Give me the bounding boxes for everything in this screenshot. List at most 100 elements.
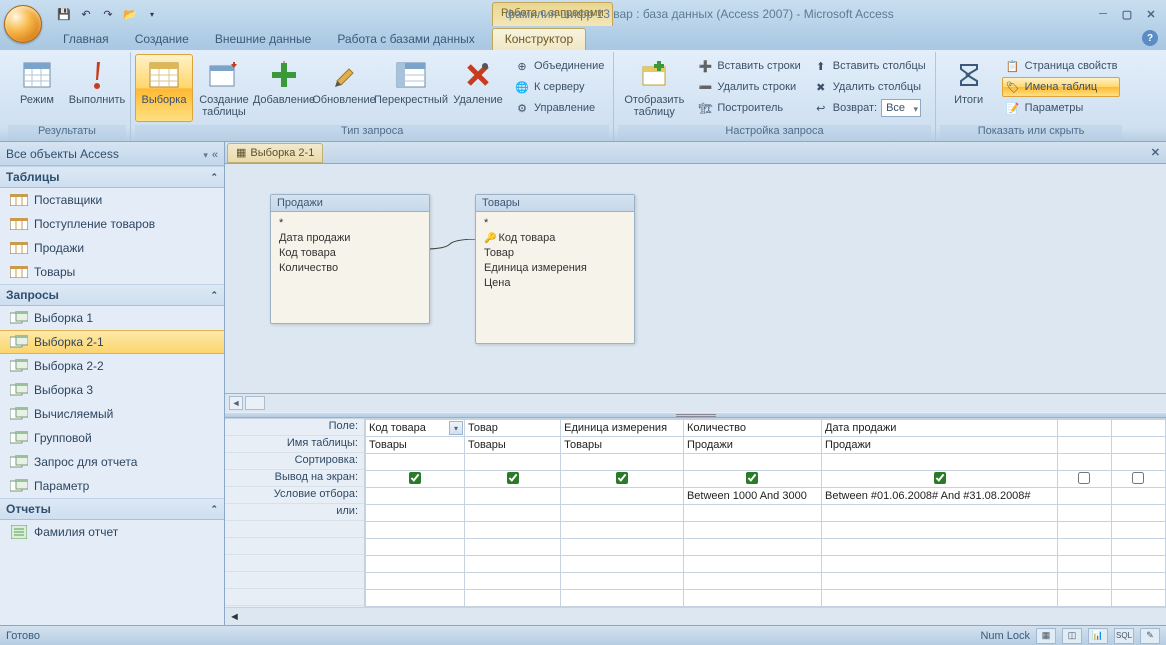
grid-cell[interactable] (1057, 471, 1111, 488)
table-box-fields[interactable]: *Дата продажиКод товараКоличество (271, 212, 429, 280)
grid-cell[interactable] (1057, 488, 1111, 505)
grid-cell[interactable] (464, 539, 560, 556)
scroll-thumb[interactable] (245, 396, 265, 410)
propsheet-button[interactable]: 📋Страница свойств (1002, 56, 1121, 76)
grid-cell[interactable]: Between #01.06.2008# And #31.08.2008# (822, 488, 1058, 505)
nav-item[interactable]: Запрос для отчета (0, 450, 224, 474)
bottom-scrollbar[interactable]: ◄ (225, 607, 1166, 625)
grid-cell[interactable] (1111, 556, 1165, 573)
grid-cell[interactable] (1111, 454, 1165, 471)
grid-cell[interactable] (822, 556, 1058, 573)
params-button[interactable]: 📝Параметры (1002, 98, 1121, 118)
grid-cell[interactable] (1057, 573, 1111, 590)
passthrough-button[interactable]: 🌐К серверу (511, 77, 607, 97)
grid-cell[interactable] (1111, 539, 1165, 556)
nav-item[interactable]: Выборка 3 (0, 378, 224, 402)
table-box-header[interactable]: Товары (476, 195, 634, 212)
append-button[interactable]: Добавление (255, 54, 313, 122)
qat-undo-icon[interactable]: ↶ (76, 4, 96, 24)
show-checkbox[interactable] (409, 472, 421, 484)
grid-cell[interactable] (822, 505, 1058, 522)
tab-dbtools[interactable]: Работа с базами данных (324, 28, 487, 50)
tab-create[interactable]: Создание (122, 28, 202, 50)
grid-cell[interactable] (1057, 454, 1111, 471)
grid-cell[interactable]: Товары (464, 437, 560, 454)
grid-cell[interactable] (683, 539, 821, 556)
grid-cell[interactable] (366, 471, 465, 488)
navpane-header[interactable]: Все объекты Access ▾« (0, 142, 224, 166)
maketable-button[interactable]: Создание таблицы (195, 54, 253, 122)
grid-cell[interactable] (366, 556, 465, 573)
show-checkbox[interactable] (616, 472, 628, 484)
select-query-button[interactable]: Выборка (135, 54, 193, 122)
grid-cell[interactable] (1057, 556, 1111, 573)
update-button[interactable]: Обновление (315, 54, 373, 122)
grid-cell[interactable] (561, 488, 684, 505)
grid-cell[interactable] (1111, 573, 1165, 590)
grid-cell[interactable] (683, 573, 821, 590)
grid-cell[interactable] (561, 556, 684, 573)
grid-cell[interactable] (1057, 437, 1111, 454)
nav-category[interactable]: Отчеты⌃ (0, 498, 224, 520)
grid-cell[interactable]: Количество (683, 420, 821, 437)
office-button[interactable] (4, 5, 42, 43)
grid-cell[interactable] (366, 573, 465, 590)
grid-cell[interactable] (561, 522, 684, 539)
grid-cell[interactable] (683, 505, 821, 522)
window-minimize-button[interactable]: ─ (1092, 6, 1114, 22)
showtable-button[interactable]: Отобразить таблицу (618, 54, 690, 122)
view-button[interactable]: Режим (8, 54, 66, 122)
run-button[interactable]: Выполнить (68, 54, 126, 122)
table-box[interactable]: Продажи*Дата продажиКод товараКоличество (270, 194, 430, 324)
show-checkbox[interactable] (1132, 472, 1144, 484)
grid-cell[interactable] (366, 505, 465, 522)
tab-home[interactable]: Главная (50, 28, 122, 50)
grid-cell[interactable] (1111, 437, 1165, 454)
nav-item[interactable]: Поступление товаров (0, 212, 224, 236)
grid-cell[interactable] (561, 590, 684, 607)
grid-cell[interactable] (822, 522, 1058, 539)
view-datasheet-button[interactable]: ▦ (1036, 628, 1056, 644)
grid-cell[interactable] (366, 539, 465, 556)
show-checkbox[interactable] (746, 472, 758, 484)
grid-cell[interactable] (561, 471, 684, 488)
grid-cell[interactable] (822, 590, 1058, 607)
grid-cell[interactable]: Код товара▾ (366, 420, 465, 437)
grid-cell[interactable] (464, 454, 560, 471)
grid-cell[interactable] (464, 505, 560, 522)
grid-cell[interactable] (464, 488, 560, 505)
grid-cell[interactable]: Продажи (822, 437, 1058, 454)
qat-more-icon[interactable]: ▾ (142, 4, 162, 24)
table-box-fields[interactable]: *🔑Код товараТоварЕдиница измеренияЦена (476, 212, 634, 295)
insertrows-button[interactable]: ➕Вставить строки (694, 56, 803, 76)
show-checkbox[interactable] (934, 472, 946, 484)
grid-cell[interactable] (1111, 420, 1165, 437)
grid-cell[interactable] (1057, 522, 1111, 539)
view-chart-button[interactable]: 📊 (1088, 628, 1108, 644)
grid-cell[interactable] (561, 539, 684, 556)
grid-cell[interactable] (683, 454, 821, 471)
grid-cell[interactable] (366, 522, 465, 539)
scroll-left-icon[interactable]: ◄ (229, 611, 240, 623)
grid-cell[interactable]: Товары (561, 437, 684, 454)
grid-cell[interactable] (561, 573, 684, 590)
qat-save-icon[interactable]: 💾 (54, 4, 74, 24)
show-checkbox[interactable] (1078, 472, 1090, 484)
qat-redo-icon[interactable]: ↷ (98, 4, 118, 24)
show-checkbox[interactable] (507, 472, 519, 484)
grid-cell[interactable] (1111, 505, 1165, 522)
grid-cell[interactable] (822, 454, 1058, 471)
totals-button[interactable]: Итоги (940, 54, 998, 122)
nav-item[interactable]: Фамилия отчет (0, 520, 224, 544)
navpane-dropdown-icon[interactable]: ▾ (199, 150, 212, 160)
nav-item[interactable]: Выборка 2-2 (0, 354, 224, 378)
nav-item[interactable]: Параметр (0, 474, 224, 498)
qat-open-icon[interactable]: 📂 (120, 4, 140, 24)
return-field[interactable]: Все (881, 99, 921, 117)
tab-external[interactable]: Внешние данные (202, 28, 325, 50)
grid-cell[interactable] (1057, 539, 1111, 556)
grid-cell[interactable]: Единица измерения (561, 420, 684, 437)
grid-cell[interactable] (683, 471, 821, 488)
grid-cell[interactable] (1111, 488, 1165, 505)
help-icon[interactable]: ? (1142, 30, 1158, 46)
